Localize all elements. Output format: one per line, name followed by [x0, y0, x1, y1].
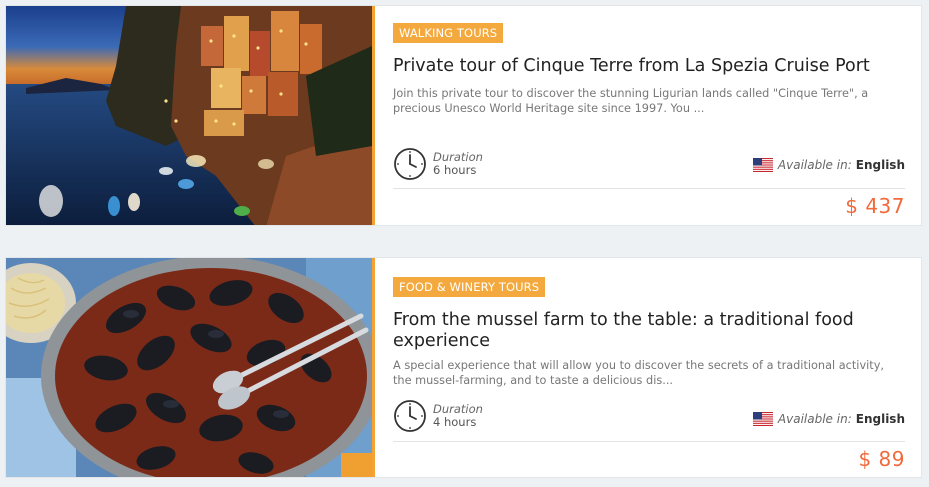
tour-content: FOOD & WINERY TOURS From the mussel farm… [375, 258, 921, 477]
language-value: English [855, 158, 905, 172]
tour-title[interactable]: From the mussel farm to the table: a tra… [393, 310, 905, 352]
tour-card[interactable]: FOOD & WINERY TOURS From the mussel farm… [5, 257, 922, 478]
cinque-terre-photo [6, 6, 372, 225]
available-label: Available in: [777, 412, 852, 426]
duration-value: 6 hours [433, 163, 477, 177]
tour-list: WALKING TOURS Private tour of Cinque Ter… [0, 0, 929, 487]
language-availability: Available in: English [752, 412, 905, 426]
tour-title[interactable]: Private tour of Cinque Terre from La Spe… [393, 56, 905, 77]
available-label: Available in: [777, 158, 852, 172]
clock-icon [394, 400, 426, 432]
category-badge[interactable]: WALKING TOURS [393, 23, 504, 43]
tour-content: WALKING TOURS Private tour of Cinque Ter… [375, 6, 921, 225]
clock-icon [394, 148, 426, 180]
duration-info: Duration 6 hours [393, 147, 483, 181]
duration-value: 4 hours [433, 415, 477, 429]
divider [393, 441, 905, 442]
tour-thumbnail[interactable] [6, 258, 375, 477]
tour-description: A special experience that will allow you… [393, 359, 884, 387]
category-badge[interactable]: FOOD & WINERY TOURS [393, 277, 546, 297]
tour-card[interactable]: WALKING TOURS Private tour of Cinque Ter… [5, 5, 922, 226]
us-flag-icon [752, 158, 773, 172]
language-availability: Available in: English [752, 158, 905, 172]
duration-info: Duration 4 hours [393, 399, 483, 433]
tour-description: Join this private tour to discover the s… [393, 87, 869, 115]
divider [393, 188, 905, 189]
tour-thumbnail[interactable] [6, 6, 375, 225]
language-value: English [855, 412, 905, 426]
tour-price: $ 89 [858, 447, 905, 471]
mussels-pan-photo [6, 258, 372, 477]
tour-price: $ 437 [845, 194, 905, 218]
us-flag-icon [752, 412, 773, 426]
